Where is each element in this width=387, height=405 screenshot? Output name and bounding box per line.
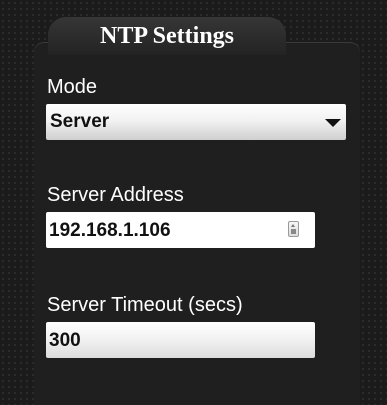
server-address-input[interactable]: 192.168.1.106 [46, 212, 315, 248]
server-address-label: Server Address [47, 184, 184, 206]
mode-select[interactable]: Server [46, 104, 346, 140]
panel-title-tab: NTP Settings [48, 17, 286, 55]
mode-select-value: Server [50, 111, 110, 132]
server-timeout-label: Server Timeout (secs) [47, 294, 243, 316]
server-timeout-input[interactable]: 300 [46, 322, 315, 358]
panel-title: NTP Settings [99, 23, 234, 49]
spinner-icon[interactable] [288, 221, 299, 237]
chevron-down-icon[interactable] [325, 119, 341, 127]
mode-label: Mode [47, 76, 98, 98]
server-timeout-value: 300 [49, 330, 81, 351]
server-address-value: 192.168.1.106 [49, 220, 171, 241]
